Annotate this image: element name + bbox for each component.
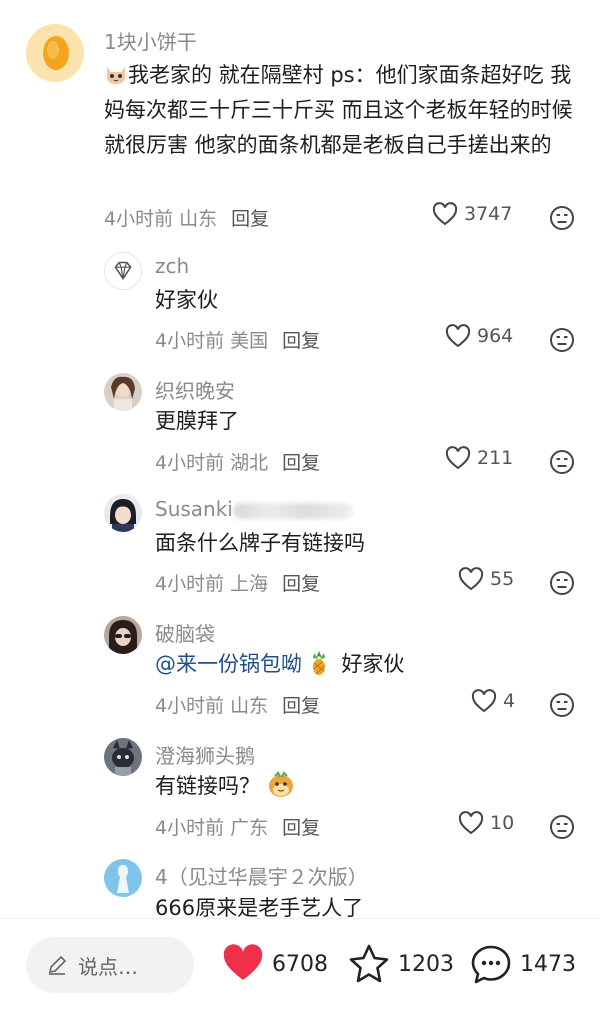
reply-button[interactable]: 回复 <box>231 208 269 230</box>
comment-username[interactable]: 织织晚安 <box>155 375 235 404</box>
comment-text: @来一份锅包呦 好家伙 <box>155 650 405 676</box>
comments-button[interactable]: 1473 <box>470 943 576 985</box>
comment-time: 4小时前 <box>155 573 225 595</box>
comment-time: 4小时前 <box>155 695 225 717</box>
reply-button[interactable]: 回复 <box>282 330 320 352</box>
comment-meta: 4小时前 湖北 回复 <box>155 448 320 475</box>
like-post-button[interactable]: 6708 <box>222 943 328 985</box>
comment-location: 山东 <box>230 695 269 717</box>
pencil-icon <box>48 955 67 975</box>
comment-input-placeholder: 说点… <box>78 954 138 979</box>
heart-outline-icon <box>458 567 484 591</box>
comment-text: 我老家的 就在隔壁村 ps：他们家面条超好吃 我妈每次都三十斤三十斤买 而且这个… <box>104 62 573 157</box>
comment-location: 美国 <box>230 330 269 352</box>
reply-button[interactable]: 回复 <box>282 452 320 474</box>
favorite-count: 1203 <box>398 951 454 977</box>
like-count: 964 <box>477 325 514 347</box>
like-count: 3747 <box>464 203 513 225</box>
comment-text: 有链接吗？ <box>155 769 295 804</box>
chat-bubble-icon <box>471 945 511 984</box>
comments-count: 1473 <box>520 951 576 977</box>
like-button[interactable]: 964 <box>445 324 513 348</box>
comment-time: 4小时前 <box>155 452 225 474</box>
like-post-count: 6708 <box>272 951 328 977</box>
comment-time: 4小时前 <box>155 817 225 839</box>
dislike-face-icon[interactable] <box>549 205 575 231</box>
comment-text: 更膜拜了 <box>155 409 239 433</box>
like-button[interactable]: 3747 <box>432 202 512 226</box>
avatar[interactable] <box>104 616 142 654</box>
comment-username[interactable]: 澄海狮头鹅 <box>155 740 255 769</box>
like-count: 55 <box>490 568 515 590</box>
like-button[interactable]: 55 <box>458 567 514 591</box>
blurred-region <box>232 502 353 519</box>
comment-text: 好家伙 <box>155 288 218 312</box>
avatar[interactable] <box>104 494 142 532</box>
comment-location: 山东 <box>179 208 218 230</box>
like-count: 10 <box>490 812 515 834</box>
dislike-face-icon[interactable] <box>549 692 575 718</box>
dislike-face-icon[interactable] <box>549 814 575 840</box>
like-count: 211 <box>477 447 514 469</box>
mention-link[interactable]: @来一份锅包呦 <box>155 652 302 676</box>
reply-button[interactable]: 回复 <box>282 817 320 839</box>
comment-meta: 4小时前 山东 回复 <box>104 204 269 231</box>
favorite-button[interactable]: 1203 <box>348 943 454 985</box>
comment-location: 广东 <box>230 817 269 839</box>
comment-time: 4小时前 <box>104 208 174 230</box>
comment-location: 上海 <box>230 573 269 595</box>
comment-meta: 4小时前 美国 回复 <box>155 326 320 353</box>
dislike-face-icon[interactable] <box>549 570 575 596</box>
reply-button[interactable]: 回复 <box>282 573 320 595</box>
bottom-action-bar: 说点… 6708 1203 1473 <box>0 918 600 1031</box>
heart-outline-icon <box>445 446 471 470</box>
comment-username[interactable]: 1块小饼干 <box>104 26 197 55</box>
heart-outline-icon <box>432 202 458 226</box>
reply-button[interactable]: 回复 <box>282 695 320 717</box>
squirrel-emoji-icon <box>267 771 295 799</box>
avatar[interactable] <box>26 24 84 82</box>
heart-outline-icon <box>471 689 497 713</box>
comment-username[interactable]: 破脑袋 <box>155 618 215 647</box>
like-count: 4 <box>503 690 516 712</box>
avatar[interactable] <box>104 373 142 411</box>
comment-input[interactable]: 说点… <box>26 937 194 993</box>
comment-username[interactable]: 4（见过华晨宇２次版） <box>155 861 368 890</box>
comment-location: 湖北 <box>230 452 269 474</box>
dislike-face-icon[interactable] <box>549 449 575 475</box>
cat-emoji-icon <box>104 62 128 86</box>
heart-filled-icon <box>223 944 263 980</box>
avatar[interactable] <box>104 738 142 776</box>
heart-outline-icon <box>445 324 471 348</box>
comment-meta: 4小时前 山东 回复 <box>155 691 320 718</box>
comment-time: 4小时前 <box>155 330 225 352</box>
comment-meta: 4小时前 上海 回复 <box>155 569 320 596</box>
comment-meta: 4小时前 广东 回复 <box>155 813 320 840</box>
avatar[interactable] <box>104 252 142 290</box>
star-outline-icon <box>349 944 389 983</box>
like-button[interactable]: 211 <box>445 446 513 470</box>
comment-username[interactable]: Susanki <box>155 497 353 521</box>
pineapple-emoji-icon <box>309 650 329 676</box>
comment-username[interactable]: zch <box>155 254 189 278</box>
dislike-face-icon[interactable] <box>549 327 575 353</box>
heart-outline-icon <box>458 811 484 835</box>
avatar[interactable] <box>104 859 142 897</box>
comment-text: 面条什么牌子有链接吗 <box>155 531 365 555</box>
like-button[interactable]: 4 <box>471 689 515 713</box>
like-button[interactable]: 10 <box>458 811 514 835</box>
